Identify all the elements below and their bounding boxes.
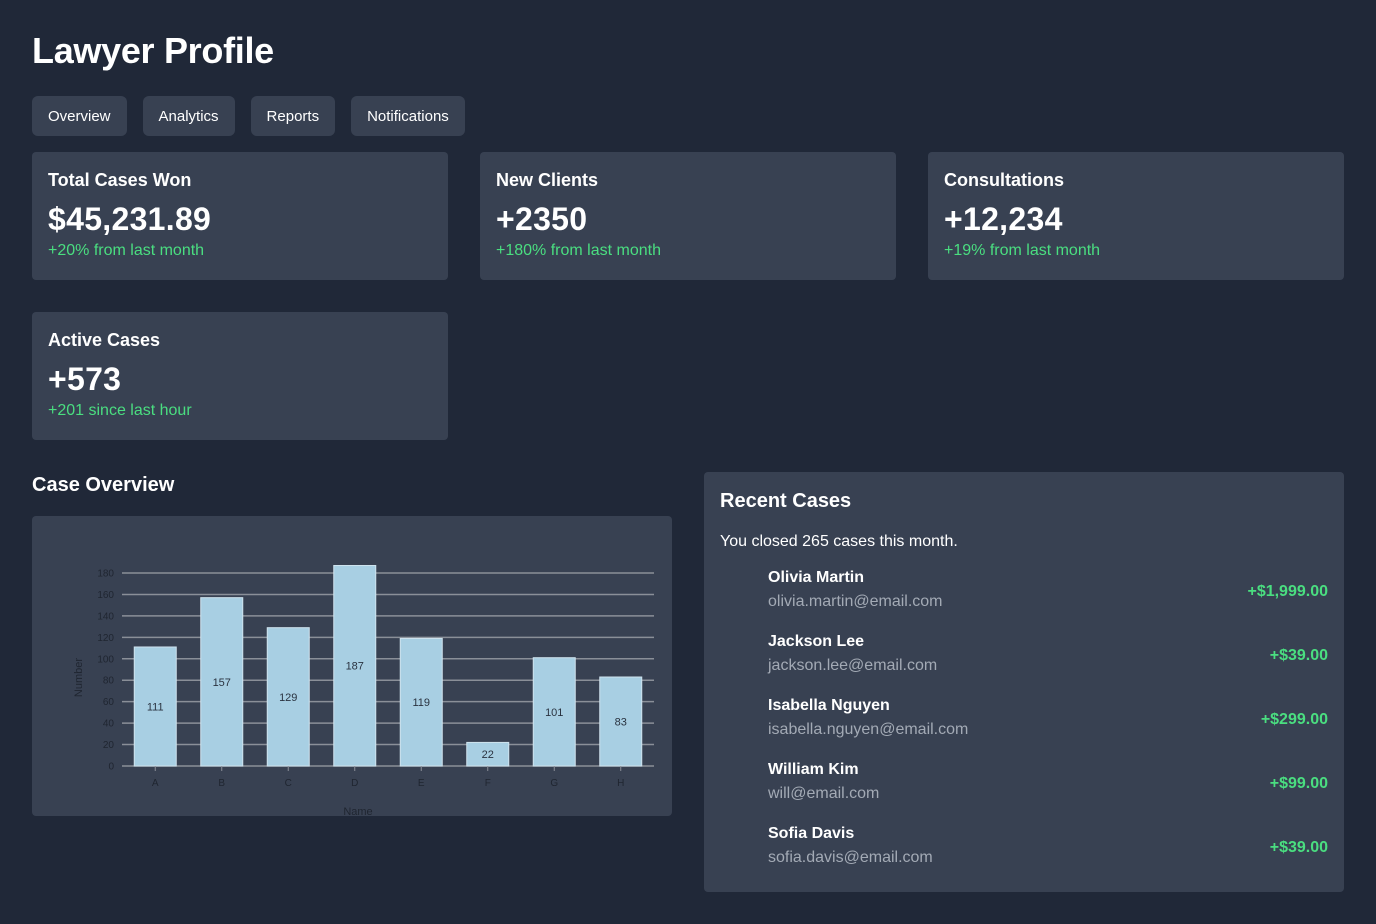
bar-value-label: 101 <box>545 707 563 719</box>
case-client-name: William Kim <box>768 761 859 778</box>
case-amount: +$299.00 <box>1260 711 1328 728</box>
y-tick-label: 20 <box>103 740 115 751</box>
case-amount: +$1,999.00 <box>1247 583 1328 600</box>
case-client-email: sofia.davis@email.com <box>768 849 933 866</box>
stat-value: $45,231.89 <box>48 201 212 237</box>
recent-cases-card: Recent Cases You closed 265 cases this m… <box>704 472 1344 892</box>
case-amount: +$39.00 <box>1269 647 1328 664</box>
case-client-name: Olivia Martin <box>768 569 865 586</box>
bar-value-label: 157 <box>213 677 231 689</box>
recent-cases-title: Recent Cases <box>720 490 852 512</box>
y-tick-label: 100 <box>97 654 114 665</box>
tab-bar: Overview Analytics Reports Notifications <box>32 96 465 136</box>
stat-card-active-cases: Active Cases +573 +201 since last hour <box>32 312 448 440</box>
stat-label: Total Cases Won <box>48 170 192 190</box>
case-overview-bar-chart: 0 20 40 60 80 100 120 140 160 180 111 A 157 B 129 C 187 D… <box>73 564 654 816</box>
x-tick-label: C <box>285 778 292 789</box>
y-axis-label: Number <box>73 658 85 697</box>
tab-analytics[interactable]: Analytics <box>142 96 235 136</box>
case-overview-chart-card: 0 20 40 60 80 100 120 140 160 180 111 A 157 B 129 C 187 D… <box>32 516 672 816</box>
bar-value-label: 129 <box>279 692 297 704</box>
list-item: Jackson Lee jackson.lee@email.com +$39.0… <box>720 627 1328 691</box>
case-client-email: jackson.lee@email.com <box>768 657 938 674</box>
stat-label: Consultations <box>944 170 1064 190</box>
y-tick-label: 0 <box>108 762 114 773</box>
recent-cases-subtitle: You closed 265 cases this month. <box>720 533 958 550</box>
x-tick-label: A <box>152 778 159 789</box>
x-tick-label: B <box>218 778 225 789</box>
x-axis-label: Name <box>343 806 372 816</box>
case-amount: +$99.00 <box>1269 775 1328 792</box>
case-client-email: isabella.nguyen@email.com <box>768 721 969 738</box>
y-tick-label: 160 <box>97 590 114 601</box>
y-tick-label: 60 <box>103 697 115 708</box>
y-tick-label: 180 <box>97 569 114 580</box>
x-tick-label: E <box>418 778 425 789</box>
stat-card-consultations: Consultations +12,234 +19% from last mon… <box>928 152 1344 280</box>
page-title: Lawyer Profile <box>32 30 274 71</box>
list-item: William Kim will@email.com +$99.00 <box>720 755 1328 819</box>
case-client-name: Sofia Davis <box>768 825 855 842</box>
y-tick-label: 140 <box>97 611 114 622</box>
list-item: Olivia Martin olivia.martin@email.com +$… <box>720 563 1328 627</box>
stat-change: +180% from last month <box>496 242 661 259</box>
bar-value-label: 187 <box>346 661 364 673</box>
stat-label: New Clients <box>496 170 599 190</box>
y-tick-label: 120 <box>97 633 114 644</box>
stat-card-total-cases-won: Total Cases Won $45,231.89 +20% from las… <box>32 152 448 280</box>
stat-value: +2350 <box>496 201 588 237</box>
stat-value: +573 <box>48 361 122 397</box>
bar-value-label: 111 <box>147 701 164 713</box>
x-tick-label: F <box>485 778 491 789</box>
case-client-name: Isabella Nguyen <box>768 697 890 714</box>
x-tick-label: H <box>617 778 624 789</box>
y-tick-label: 80 <box>103 676 115 687</box>
tab-overview[interactable]: Overview <box>32 96 127 136</box>
y-tick-label: 40 <box>103 719 115 730</box>
recent-cases-list: Olivia Martin olivia.martin@email.com +$… <box>720 563 1328 883</box>
list-item: Sofia Davis sofia.davis@email.com +$39.0… <box>720 819 1328 883</box>
stat-change: +201 since last hour <box>48 402 192 419</box>
list-item: Isabella Nguyen isabella.nguyen@email.co… <box>720 691 1328 755</box>
x-tick-label: D <box>351 778 358 789</box>
bar-value-label: 119 <box>412 697 430 709</box>
stat-label: Active Cases <box>48 330 161 350</box>
bar-value-label: 22 <box>482 749 494 761</box>
stat-change: +19% from last month <box>944 242 1101 259</box>
stat-change: +20% from last month <box>48 242 205 259</box>
case-overview-title: Case Overview <box>32 474 175 496</box>
x-tick-label: G <box>550 778 558 789</box>
tab-notifications[interactable]: Notifications <box>351 96 465 136</box>
stat-value: +12,234 <box>944 201 1063 237</box>
case-amount: +$39.00 <box>1269 839 1328 856</box>
bar-value-label: 83 <box>615 717 627 729</box>
case-client-name: Jackson Lee <box>768 633 865 650</box>
case-client-email: will@email.com <box>768 785 880 802</box>
tab-reports[interactable]: Reports <box>250 96 336 136</box>
case-client-email: olivia.martin@email.com <box>768 593 943 610</box>
stat-card-new-clients: New Clients +2350 +180% from last month <box>480 152 896 280</box>
